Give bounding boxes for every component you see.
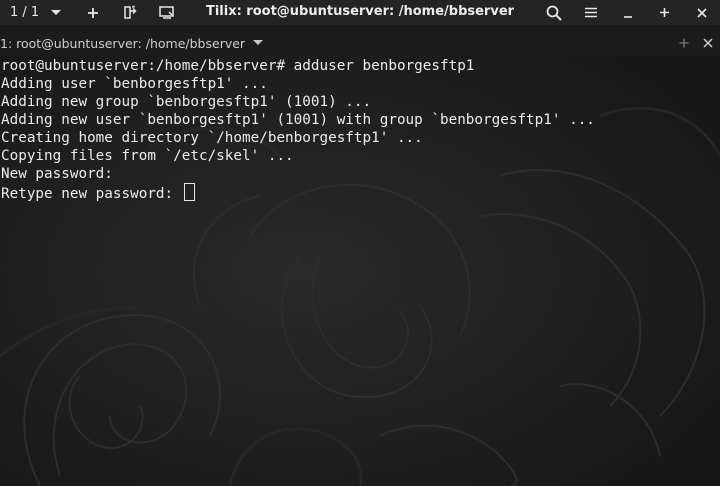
close-icon [703, 38, 713, 48]
sidebar-icon [158, 6, 174, 19]
terminal-header-actions [672, 33, 720, 53]
new-session-button[interactable] [74, 0, 111, 25]
minimize-button[interactable] [609, 0, 646, 25]
find-button[interactable] [535, 0, 572, 25]
chevron-down-icon [253, 40, 264, 45]
detach-terminal-button[interactable] [111, 0, 148, 25]
terminal-line: root@ubuntuserver:/home/bbserver# adduse… [1, 58, 475, 74]
title-bar-right [535, 0, 720, 25]
title-bar: 1 / 1 Tilix: root@ubuntuserver: /home/bb… [0, 0, 720, 25]
search-icon [546, 5, 562, 21]
plus-icon [87, 7, 98, 18]
hamburger-menu-icon [584, 7, 597, 18]
maximize-icon [660, 8, 669, 17]
terminal-line: Adding new user `benborgesftp1' (1001) w… [1, 112, 595, 128]
close-window-button[interactable] [683, 0, 720, 25]
password-prompt: Retype new password: [1, 186, 182, 202]
maximize-button[interactable] [646, 0, 683, 25]
text-cursor [183, 183, 195, 201]
terminal-title-bar: 1: root@ubuntuserver: /home/bbserver [0, 33, 720, 53]
terminal-line-current: Retype new password: [1, 183, 595, 202]
minimize-icon [623, 15, 632, 18]
close-icon [696, 7, 707, 18]
tilix-window: 1 / 1 Tilix: root@ubuntuserver: /home/bb… [0, 0, 720, 486]
terminal-title-button[interactable]: 1: root@ubuntuserver: /home/bbserver [0, 35, 264, 51]
terminal-line: Copying files from `/etc/skel' ... [1, 148, 294, 164]
add-terminal-icon [679, 38, 689, 48]
add-terminal-button[interactable] [672, 33, 696, 53]
session-count: 1 / 1 [10, 5, 40, 20]
terminal-line: Adding user `benborgesftp1' ... [1, 76, 268, 92]
detach-icon [123, 5, 137, 19]
terminal-title: 1: root@ubuntuserver: /home/bbserver [0, 35, 246, 51]
terminal-area[interactable]: root@ubuntuserver:/home/bbserver# adduse… [0, 56, 720, 486]
main-menu-button[interactable] [572, 0, 609, 25]
terminal-menu-chevron[interactable] [253, 40, 264, 46]
terminal-line: Adding new group `benborgesftp1' (1001) … [1, 94, 372, 110]
chevron-down-icon [51, 9, 61, 15]
terminal-line: Creating home directory `/home/benborges… [1, 130, 423, 146]
close-terminal-button[interactable] [696, 33, 720, 53]
terminal-output: root@ubuntuserver:/home/bbserver# adduse… [1, 57, 595, 202]
title-bar-left: 1 / 1 [0, 0, 185, 25]
sidebar-toggle-button[interactable] [148, 0, 185, 25]
session-menu-button[interactable] [46, 0, 66, 25]
terminal-line: New password: [1, 166, 113, 182]
